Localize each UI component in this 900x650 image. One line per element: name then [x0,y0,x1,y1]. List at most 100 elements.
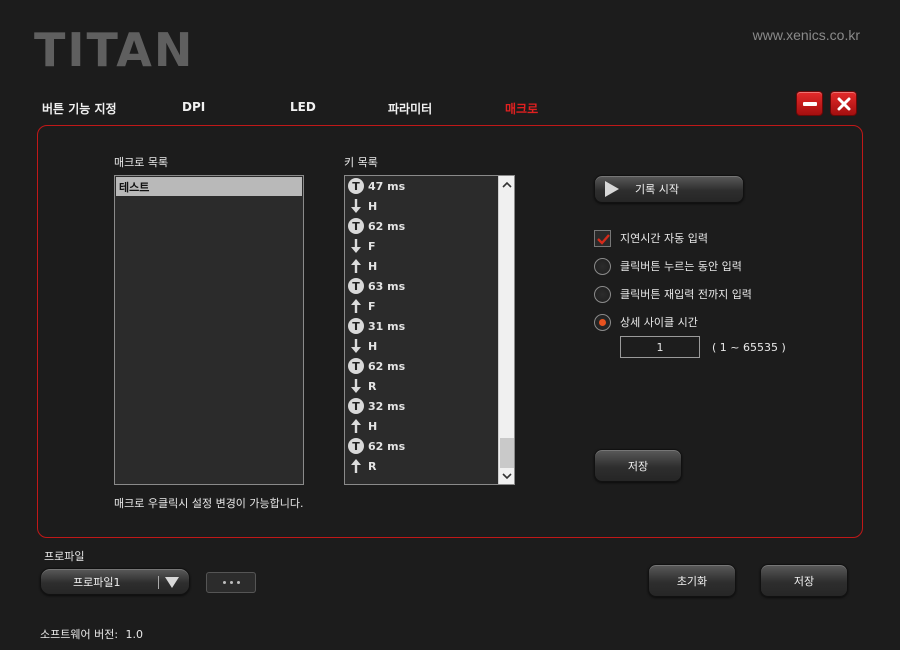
close-icon [837,97,851,111]
mode-toggle-label: 클릭버튼 재입력 전까지 입력 [620,288,752,301]
chevron-up-icon [502,181,512,188]
key-up-arrow-icon [347,257,365,275]
key-list-item-text: 63 ms [368,279,406,293]
key-list-item-text: R [368,459,377,473]
timer-icon: T [347,317,365,335]
mode-cycle-radio-row[interactable]: 상세 사이클 시간 [594,313,698,331]
footer-save-label: 저장 [793,574,815,588]
key-list-item-text: F [368,239,376,253]
key-list-item-text: 31 ms [368,319,406,333]
dot-icon [236,581,240,584]
key-down-arrow-icon [347,237,365,255]
key-up-arrow-icon [347,297,365,315]
key-list-item[interactable]: F [347,296,376,316]
tab-dpi[interactable]: DPI [182,100,205,114]
timer-icon: T [347,397,365,415]
reset-label: 초기화 [676,574,708,588]
version-label: 소프트웨어 버전: 1.0 [40,626,143,642]
record-start-label: 기록 시작 [635,183,679,196]
dot-icon [222,581,226,584]
key-list-item[interactable]: H [347,416,377,436]
macro-save-label: 저장 [627,459,649,473]
checkmark-icon [597,233,610,245]
key-list-item[interactable]: H [347,196,377,216]
record-start-button[interactable]: 기록 시작 [594,175,744,203]
delay-auto-checkbox-row[interactable]: 지연시간 자동 입력 [594,229,708,247]
key-up-arrow-icon [347,457,365,475]
key-list-item[interactable]: T 62 ms [347,216,405,236]
key-list-item[interactable]: R [347,456,376,476]
mode-cycle-label: 상세 사이클 시간 [620,316,698,329]
key-down-arrow-icon [347,337,365,355]
key-list-item-text: 62 ms [368,219,406,233]
timer-icon: T [347,217,365,235]
scroll-down-button[interactable] [499,468,514,484]
macro-list[interactable]: 테스트 [114,175,304,485]
key-list-item-text: 62 ms [368,359,406,373]
key-list-item[interactable]: T 32 ms [347,396,405,416]
cycle-range-label: ( 1 ~ 65535 ) [712,341,786,354]
footer-save-button[interactable]: 저장 [760,564,848,597]
key-list-item[interactable]: T 62 ms [347,436,405,456]
macro-hint: 매크로 우클릭시 설정 변경이 가능합니다. [114,497,304,510]
key-list-item[interactable]: T 47 ms [347,176,405,196]
dot-icon [229,581,233,584]
cycle-time-input[interactable] [620,336,700,358]
scroll-up-button[interactable] [499,176,514,192]
mode-hold-radio-row[interactable]: 클릭버튼 누르는 동안 입력 [594,257,742,275]
macro-save-button[interactable]: 저장 [594,449,682,482]
tab-bar: 버튼 기능 지정 DPI LED 파라미터 매크로 [0,100,900,120]
mode-cycle-radio[interactable] [594,313,611,331]
reset-button[interactable]: 초기화 [648,564,736,597]
timer-icon: T [347,437,365,455]
tab-parameter[interactable]: 파라미터 [388,100,432,117]
delay-auto-checkbox[interactable] [594,229,611,247]
key-list-item-text: H [368,339,378,353]
key-list-item[interactable]: R [347,376,376,396]
key-list[interactable]: T 47 ms H T 62 ms F H T 63 ms F T 31 ms H T 62 ms R T 32 … [344,175,515,485]
minimize-button[interactable] [796,91,823,116]
key-list-item-text: 32 ms [368,399,406,413]
macro-list-item[interactable]: 테스트 [116,177,302,196]
key-down-arrow-icon [347,377,365,395]
dropdown-divider [158,576,159,589]
key-list-item[interactable]: H [347,256,377,276]
mode-toggle-radio[interactable] [594,285,611,303]
dropdown-arrow-icon [165,577,179,588]
profile-more-button[interactable] [206,572,256,593]
scroll-thumb[interactable] [500,438,514,468]
key-list-item[interactable]: H [347,336,377,356]
key-list-item-text: R [368,379,377,393]
key-list-item-text: H [368,259,378,273]
profile-label: 프로파일 [44,550,85,563]
key-list-label: 키 목록 [344,156,378,169]
timer-icon: T [347,177,365,195]
key-list-item[interactable]: F [347,236,376,256]
tab-macro[interactable]: 매크로 [505,100,538,117]
key-list-item[interactable]: T 31 ms [347,316,405,336]
key-list-scrollbar[interactable] [498,176,514,484]
play-icon [605,181,619,197]
mode-toggle-radio-row[interactable]: 클릭버튼 재입력 전까지 입력 [594,285,752,303]
key-list-item-text: H [368,199,378,213]
close-button[interactable] [830,91,857,116]
key-list-item[interactable]: T 62 ms [347,356,405,376]
key-list-item-text: F [368,299,376,313]
tab-led[interactable]: LED [290,100,316,114]
macro-list-label: 매크로 목록 [114,156,169,169]
mode-hold-label: 클릭버튼 누르는 동안 입력 [620,260,742,273]
key-down-arrow-icon [347,197,365,215]
chevron-down-icon [502,472,512,479]
titan-logo: TITAN [34,23,195,77]
key-list-item-text: H [368,419,378,433]
delay-auto-label: 지연시간 자동 입력 [620,232,708,245]
profile-selected-value: 프로파일1 [73,575,121,589]
website-url: www.xenics.co.kr [752,27,860,43]
mode-hold-radio[interactable] [594,257,611,275]
profile-dropdown[interactable]: 프로파일1 [40,568,190,595]
key-list-item-text: 62 ms [368,439,406,453]
version-caption: 소프트웨어 버전: [40,628,119,641]
key-list-item-text: 47 ms [368,179,406,193]
key-list-item[interactable]: T 63 ms [347,276,405,296]
tab-button-function[interactable]: 버튼 기능 지정 [42,100,117,117]
